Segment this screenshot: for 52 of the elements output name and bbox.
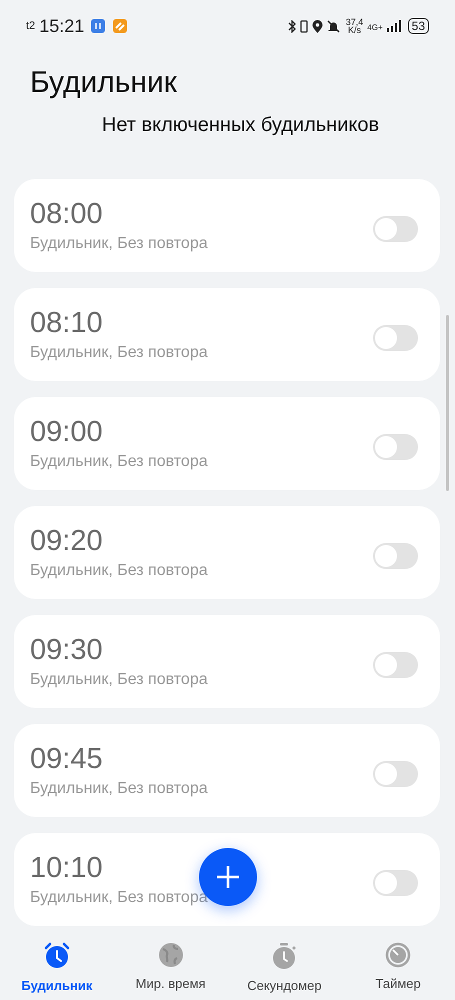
muted-bell-icon — [326, 20, 340, 32]
vibrate-icon — [300, 20, 308, 32]
network-speed: 37,4 — [346, 18, 364, 26]
alarm-label: Будильник, Без повтора — [30, 779, 208, 799]
alarm-toggle[interactable] — [373, 652, 418, 678]
alarm-toggle[interactable] — [373, 324, 418, 350]
alarm-label: Будильник, Без повтора — [30, 561, 208, 581]
network-type: 4G+ — [367, 22, 383, 34]
alarm-toggle[interactable] — [373, 542, 418, 568]
alarm-time: 09:20 — [30, 524, 104, 558]
alarm-card[interactable]: 08:10 Будильник, Без повтора — [14, 288, 440, 381]
tab[interactable]: Таймер — [341, 932, 455, 1000]
bluetooth-icon — [288, 20, 296, 32]
alarm-label: Будильник, Без повтора — [30, 452, 208, 472]
alarm-card[interactable]: 09:20 Будильник, Без повтора — [14, 506, 440, 599]
carrier: t2 — [26, 18, 36, 34]
stopwatch-icon — [271, 942, 298, 970]
battery-indicator: 53 — [408, 18, 429, 34]
alarm-toggle[interactable] — [373, 216, 418, 242]
alarm-time: 09:00 — [30, 415, 104, 449]
alarm-toggle[interactable] — [373, 434, 418, 460]
plus-icon — [216, 865, 240, 889]
alarm-toggle[interactable] — [373, 760, 418, 786]
speed-unit: K/s — [348, 26, 362, 34]
app-icon — [113, 19, 128, 33]
alarm-label: Будильник, Без повтора — [30, 888, 208, 908]
alarm-label: Будильник, Без повтора — [30, 670, 208, 690]
location-icon — [312, 20, 323, 32]
tab[interactable]: Мир. время — [114, 932, 228, 1000]
clock: 15:21 — [39, 14, 84, 38]
alarm-label: Будильник, Без повтора — [30, 234, 208, 254]
alarm-card[interactable]: 09:00 Будильник, Без повтора — [14, 397, 440, 490]
app-icon — [91, 19, 106, 33]
alarm-time: 09:30 — [30, 633, 104, 667]
page-title: Будильник — [29, 65, 178, 101]
alarm-toggle[interactable] — [373, 870, 418, 896]
signal-icon — [386, 20, 401, 32]
alarm-time: 08:10 — [30, 306, 104, 340]
tab[interactable]: Секундомер — [228, 932, 342, 1000]
globe-icon — [158, 942, 184, 968]
alarm-time: 10:10 — [30, 851, 104, 885]
timer-icon — [385, 942, 412, 968]
alarm-card[interactable]: 10:10 Будильник, Без повтора — [14, 833, 440, 926]
tab[interactable]: Будильник — [0, 932, 114, 1000]
alarm-card[interactable]: 09:45 Будильник, Без повтора — [14, 724, 440, 817]
alarm-time: 08:00 — [30, 197, 104, 231]
alarm-clock-icon — [42, 942, 71, 970]
status-message: Нет включенных будильников — [100, 113, 380, 138]
alarm-card[interactable]: 09:30 Будильник, Без повтора — [14, 615, 440, 708]
alarm-time: 09:45 — [30, 742, 104, 776]
alarm-card[interactable]: 08:00 Будильник, Без повтора — [14, 179, 440, 272]
alarm-label: Будильник, Без повтора — [30, 343, 208, 363]
